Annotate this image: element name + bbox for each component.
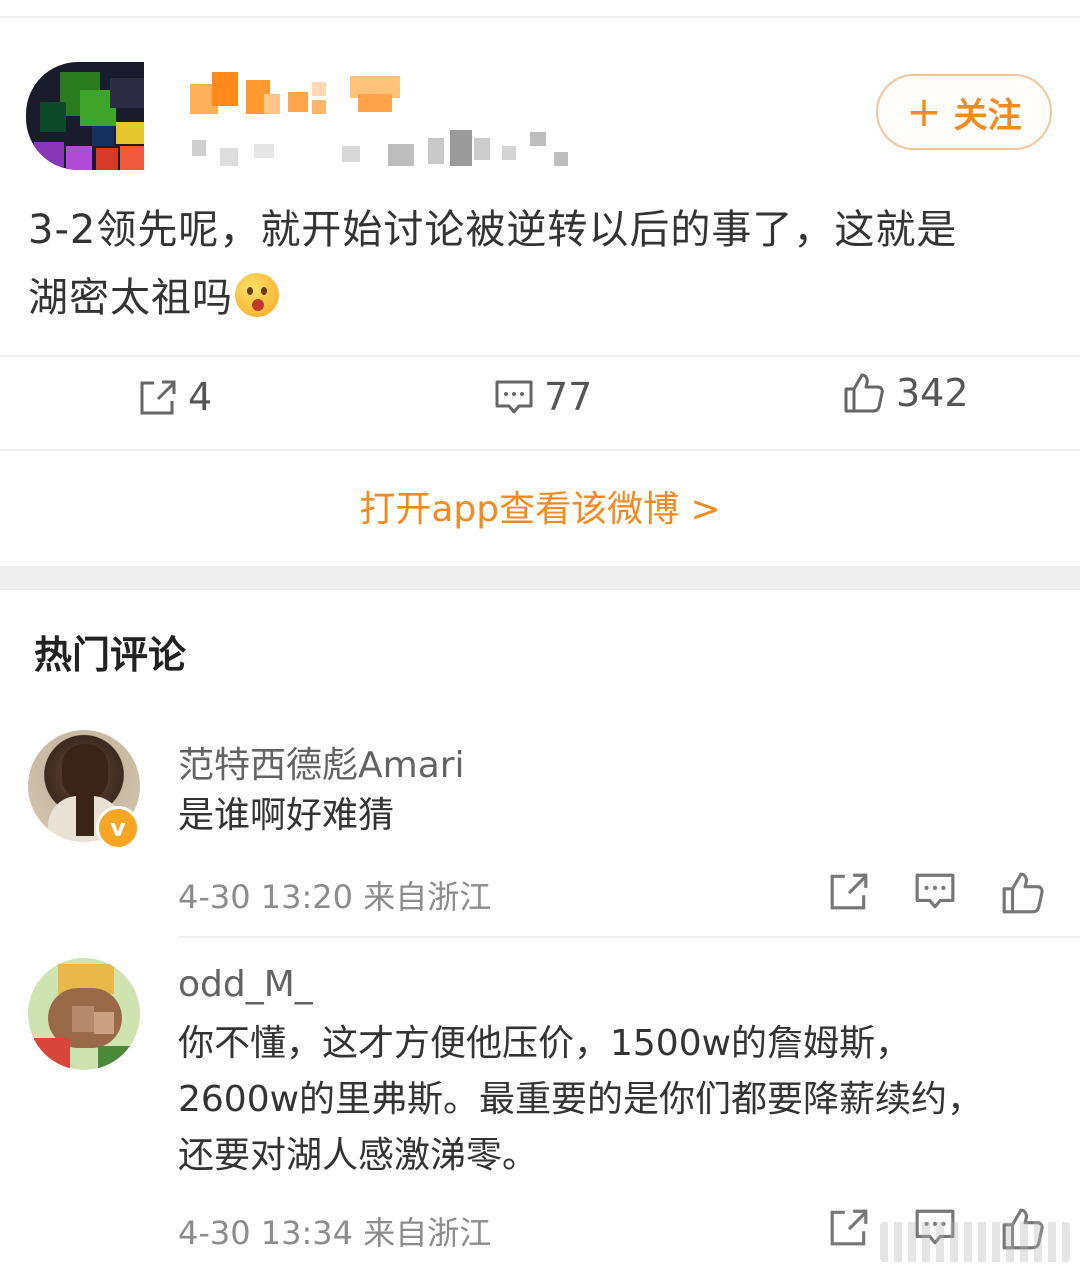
comment-text: 你不懂，这才方便他压价，1500w的詹姆斯， 2600w的里弗斯。最重要的是你们… (178, 1016, 1038, 1184)
watermark (880, 1222, 1070, 1262)
follow-label: 关注 (953, 95, 1022, 136)
thumbs-up-icon (844, 373, 884, 413)
section-separator (0, 566, 1080, 590)
comment-icon (495, 380, 533, 414)
comment-meta: 4-30 13:20 来自浙江 (178, 878, 492, 916)
post-text-line-2: 湖密太祖吗 (28, 264, 1038, 332)
divider (0, 449, 1080, 451)
post-text-line-1: 3-2领先呢，就开始讨论被逆转以后的事了，这就是 (28, 207, 958, 253)
post-meta-blurred (192, 128, 572, 168)
like-count: 342 (896, 371, 969, 415)
open-app-link[interactable]: 打开app查看该微博 > (0, 480, 1080, 532)
comment-author-name[interactable]: 范特西德彪Amari (178, 736, 465, 788)
repost-button[interactable]: 4 (138, 375, 212, 419)
comment-text-line-3: 还要对湖人感激涕零。 (178, 1135, 539, 1176)
repost-icon[interactable] (828, 1206, 870, 1248)
author-avatar[interactable] (26, 62, 144, 170)
repost-icon[interactable] (828, 870, 870, 912)
comment-meta: 4-30 13:34 来自浙江 (178, 1214, 492, 1252)
author-name-blurred[interactable] (190, 72, 410, 120)
comment-actions (828, 870, 1080, 916)
thumbs-up-icon[interactable] (1000, 870, 1046, 916)
comment-text: 是谁啊好难猜 (178, 795, 395, 836)
top-divider (0, 16, 1080, 18)
hot-comments-title: 热门评论 (34, 633, 187, 677)
comment-button[interactable]: 77 (494, 375, 592, 419)
comment-text-line-2: 2600w的里弗斯。最重要的是你们都要降薪续约， (178, 1079, 984, 1120)
comment-author-name[interactable]: odd_M_ (178, 964, 313, 1005)
repost-icon (140, 380, 176, 415)
plus-icon: + (906, 87, 942, 136)
like-button[interactable]: 342 (842, 371, 969, 415)
follow-button[interactable]: + 关注 (876, 74, 1052, 150)
comment-text-line-1: 你不懂，这才方便他压价，1500w的詹姆斯， (178, 1023, 912, 1064)
comment-count: 77 (544, 375, 593, 419)
divider (178, 936, 1080, 938)
surprised-emoji-icon (235, 273, 279, 317)
comment-avatar[interactable] (28, 958, 140, 1070)
repost-count: 4 (188, 375, 213, 419)
comment-icon[interactable] (914, 870, 956, 912)
post-text-line-2-text: 湖密太祖吗 (28, 275, 233, 321)
post-action-bar: 4 77 342 (0, 357, 1080, 449)
post-text: 3-2领先呢，就开始讨论被逆转以后的事了，这就是 湖密太祖吗 (28, 196, 1038, 332)
verified-badge-icon: v (96, 806, 140, 850)
